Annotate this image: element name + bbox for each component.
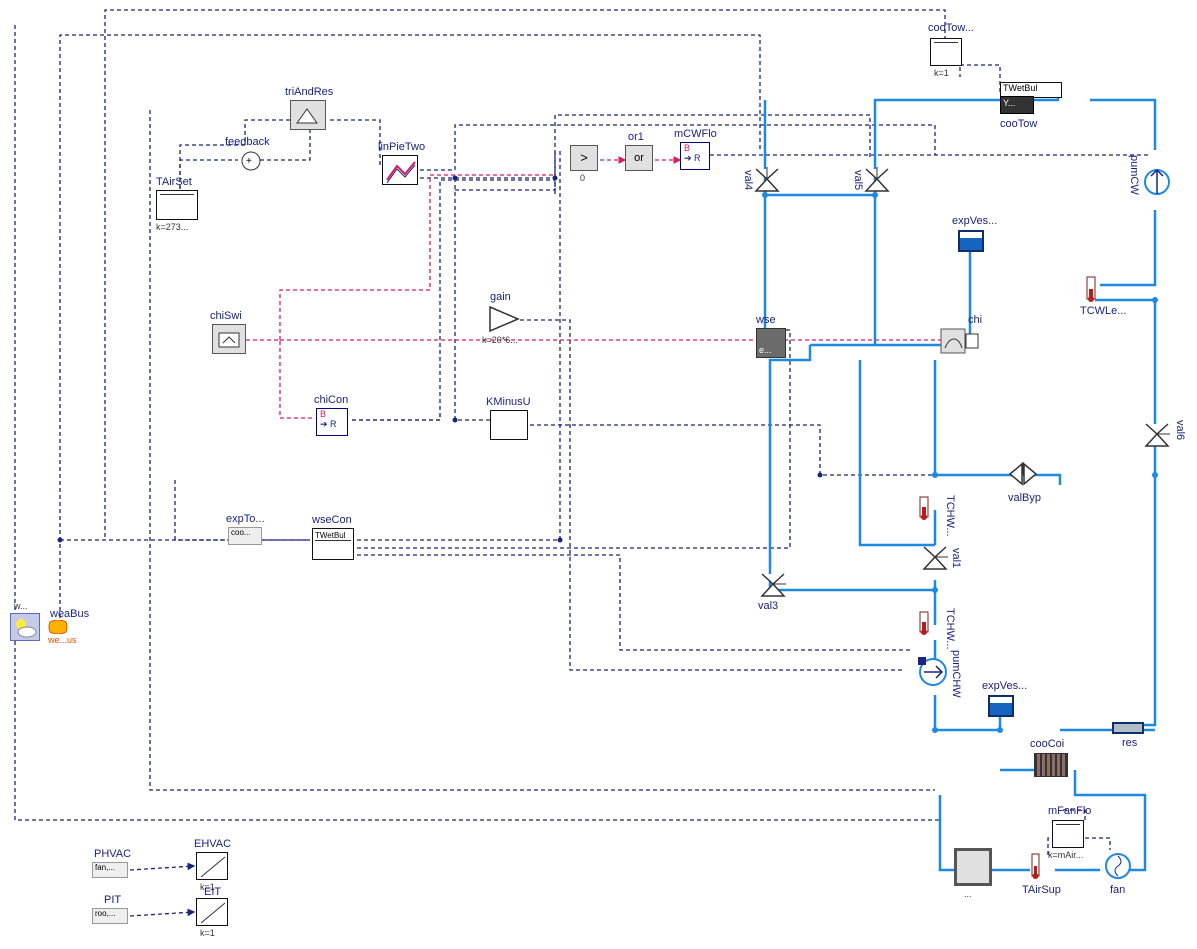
gain-label: gain (490, 291, 511, 303)
valbyp-label: valByp (1008, 492, 1041, 504)
eit-k: k=1 (200, 928, 215, 938)
weather-data-block[interactable] (10, 613, 40, 641)
val6-label: val6 (1174, 420, 1186, 440)
pit-source[interactable]: roo,... (92, 908, 128, 924)
chicon-r: ➔ R (317, 419, 347, 430)
expves-chi-label: expVes... (952, 215, 997, 227)
tairsup-sensor[interactable] (1030, 852, 1052, 885)
feedback-sum[interactable]: + (240, 150, 262, 175)
val5-label: val5 (852, 170, 864, 190)
val1-label: val1 (950, 548, 962, 568)
fan-flow-block[interactable] (1052, 820, 1084, 848)
tri-and-res-block[interactable] (290, 100, 326, 130)
pit-label: PIT (104, 894, 121, 906)
gain-k: k=20*6... (482, 335, 518, 345)
chicon-b: B (317, 409, 347, 419)
gain-block[interactable] (488, 305, 520, 333)
valve-5[interactable] (862, 165, 892, 198)
expansion-vessel-chw[interactable] (988, 695, 1014, 717)
kminusu-label: KMinusU (486, 396, 531, 408)
pumchw-label: pumCHW (950, 650, 962, 698)
lin-pie-two[interactable] (382, 155, 418, 185)
weadat-label: w... (14, 601, 28, 611)
eit-integrator[interactable] (196, 898, 228, 926)
greater-than-zero[interactable]: > (570, 145, 598, 171)
gt0-sub: 0 (580, 173, 585, 183)
tairset-label: TAirSet (156, 176, 192, 188)
mfanflo-k-label: k=mAir... (1048, 850, 1083, 860)
expves-chw-label: expVes... (982, 680, 1027, 692)
cootow-sp-label: cooTow... (928, 22, 974, 34)
tairsup-label: TAirSup (1022, 884, 1061, 896)
mcwflo-b: B (681, 143, 709, 153)
expto-label: expTo... (226, 513, 265, 525)
chiswi-label: chiSwi (210, 310, 242, 322)
cootow-label: cooTow (1000, 118, 1037, 130)
tchw-sensor-1[interactable] (918, 495, 942, 526)
tairset-k: k=273... (156, 222, 188, 232)
chiller-block[interactable] (940, 328, 980, 358)
tchw1-label: TCHW... (944, 495, 956, 537)
valve-4[interactable] (752, 165, 782, 198)
svg-text:+: + (246, 156, 252, 167)
val3-label: val3 (758, 600, 778, 612)
valve-6[interactable] (1142, 420, 1172, 453)
wse-controller[interactable]: TWetBul (312, 528, 354, 560)
tcw-leaving-sensor[interactable] (1085, 275, 1109, 308)
tair-setpoint[interactable] (156, 190, 198, 220)
ehvac-label: EHVAC (194, 838, 231, 850)
expansion-vessel-chi[interactable] (958, 230, 984, 252)
room-ellipsis: ... (964, 889, 972, 899)
tchw2-label: TCHW... (944, 608, 956, 650)
waterside-economizer[interactable]: e... (756, 328, 786, 358)
pump-cw[interactable] (1142, 160, 1172, 207)
wse-label: wse (756, 314, 776, 326)
cootow-inner-label: Y... (1000, 96, 1034, 114)
weabus-sub: we...us (48, 635, 77, 645)
mcwflo-r: ➔ R (681, 153, 709, 164)
chicon-label: chiCon (314, 394, 348, 406)
wsecon-label: wseCon (312, 514, 352, 526)
mfanflo-label: mFanFlo (1048, 805, 1091, 817)
weather-bus-connector[interactable] (48, 620, 68, 634)
resistance-block[interactable] (1112, 722, 1144, 734)
room-block[interactable] (954, 848, 992, 886)
ehvac-integrator[interactable] (196, 852, 228, 880)
pump-chw[interactable] (916, 655, 950, 692)
cooling-coil[interactable] (1034, 753, 1068, 777)
weabus-label: weaBus (50, 608, 89, 620)
expandable-bus[interactable]: coo... (228, 527, 262, 545)
feedback-label: feedback (225, 136, 270, 148)
valve-bypass[interactable] (1008, 460, 1038, 493)
valve-3[interactable] (758, 570, 788, 603)
or1-label: or1 (628, 131, 644, 143)
mcwflo-bool-to-real[interactable]: B ➔ R (680, 142, 710, 170)
supply-fan[interactable] (1102, 850, 1134, 885)
valve-1[interactable] (920, 543, 950, 576)
chi-label: chi (968, 314, 982, 326)
tcwle-label: TCWLe... (1080, 305, 1126, 317)
phvac-source[interactable]: fan,... (92, 862, 128, 878)
triandres-label: triAndRes (285, 86, 333, 98)
phvac-label: PHVAC (94, 848, 131, 860)
chiller-bool-to-real[interactable]: B ➔ R (316, 408, 348, 436)
cooling-tower-setpoint-block[interactable] (930, 38, 962, 66)
chiller-switch[interactable] (212, 324, 246, 354)
cootow-sp-k-label: k=1 (934, 68, 949, 78)
k-minus-u-block[interactable] (490, 410, 528, 440)
val4-label: val4 (742, 170, 754, 190)
tchw-sensor-2[interactable] (918, 610, 942, 641)
res-label: res (1122, 737, 1137, 749)
pumcw-label: pumCW (1128, 155, 1140, 195)
coocoi-label: cooCoi (1030, 738, 1064, 750)
eit-label: EIT (204, 886, 221, 898)
fan-label: fan (1110, 884, 1125, 896)
wsecon-inner: TWetBul (315, 531, 351, 541)
modelica-diagram: cooTow... k=1 TWetBul Y... cooTow pumCW … (0, 0, 1197, 949)
cooling-tower-block[interactable]: TWetBul Y... (1000, 82, 1080, 116)
linpietwo-label: linPieTwo (378, 141, 425, 153)
or-block[interactable]: or (625, 145, 653, 171)
mcwflo-label: mCWFlo (674, 128, 717, 140)
